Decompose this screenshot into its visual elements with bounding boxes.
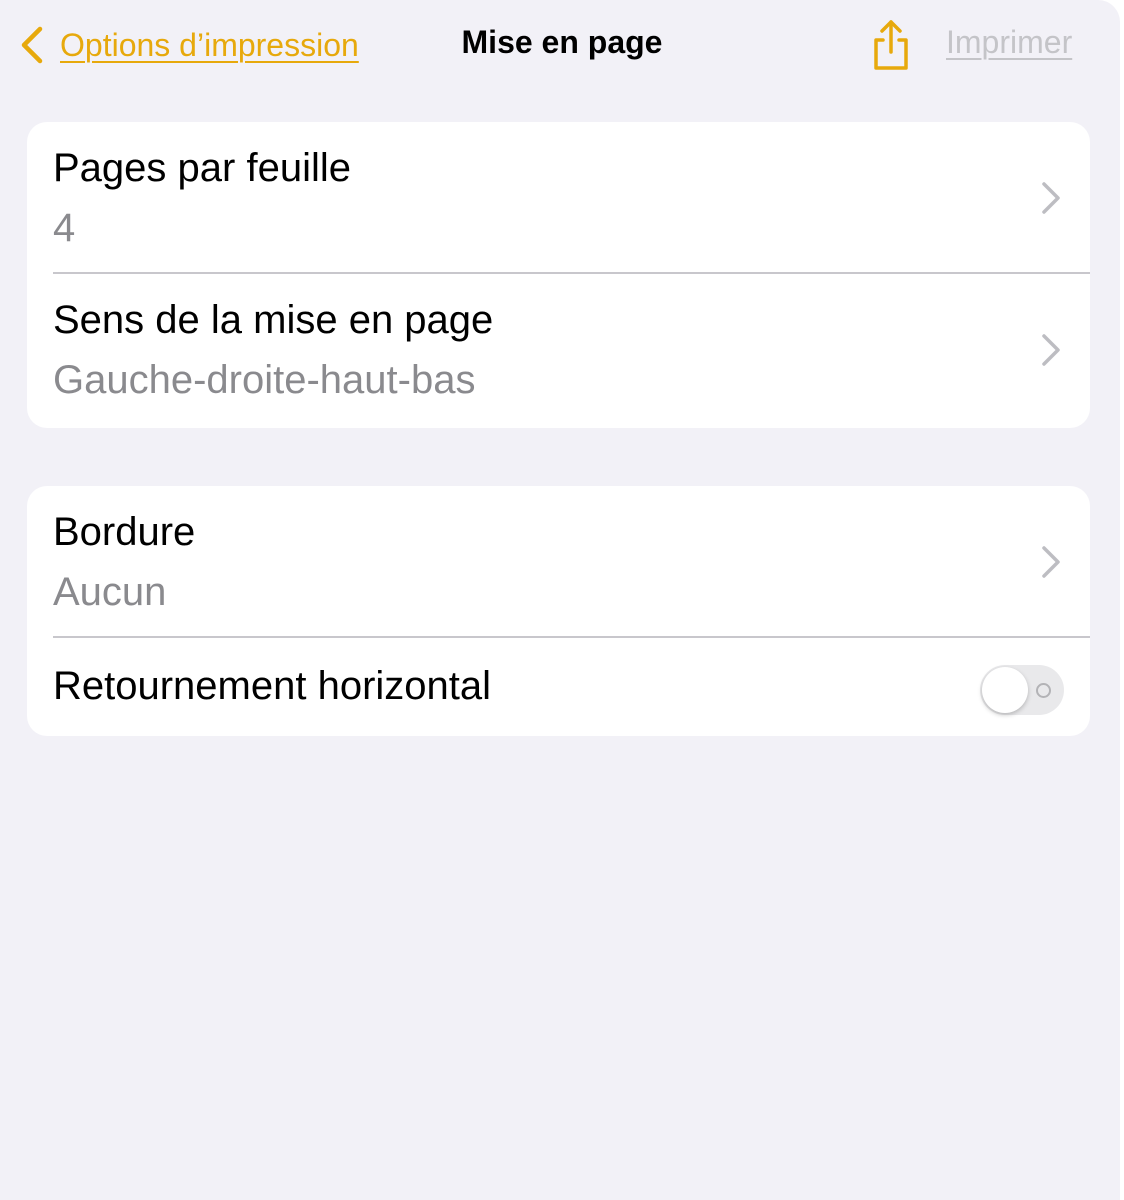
border-label: Bordure	[53, 510, 196, 554]
border-value: Aucun	[53, 570, 167, 614]
border-row[interactable]: Bordure Aucun	[27, 486, 1090, 638]
toggle-knob	[982, 667, 1028, 713]
chevron-right-icon	[1040, 180, 1062, 216]
back-button[interactable]: Options d’impression	[18, 22, 359, 68]
pages-per-sheet-row[interactable]: Pages par feuille 4	[27, 122, 1090, 274]
chevron-left-icon	[18, 22, 48, 68]
back-button-label: Options d’impression	[60, 26, 359, 63]
pages-per-sheet-label: Pages par feuille	[53, 146, 351, 190]
chevron-right-icon	[1040, 332, 1062, 368]
layout-direction-row[interactable]: Sens de la mise en page Gauche-droite-ha…	[27, 274, 1090, 428]
horizontal-flip-label: Retournement horizontal	[53, 664, 492, 708]
layout-direction-label: Sens de la mise en page	[53, 298, 494, 342]
page-title: Mise en page	[461, 24, 663, 60]
chevron-right-icon	[1040, 544, 1062, 580]
horizontal-flip-toggle[interactable]	[980, 665, 1064, 715]
share-button[interactable]	[866, 18, 916, 72]
print-options-sheet: Options d’impression Mise en page Imprim…	[0, 0, 1120, 1200]
toggle-off-indicator-icon	[1036, 683, 1051, 698]
layout-settings-group: Pages par feuille 4 Sens de la mise en p…	[27, 122, 1090, 428]
print-button[interactable]: Imprimer	[946, 24, 1072, 61]
navigation-bar: Options d’impression Mise en page Imprim…	[0, 0, 1120, 92]
border-settings-group: Bordure Aucun Retournement horizontal	[27, 486, 1090, 736]
horizontal-flip-row: Retournement horizontal	[27, 638, 1090, 736]
pages-per-sheet-value: 4	[53, 206, 76, 250]
share-icon	[866, 20, 916, 76]
layout-direction-value: Gauche-droite-haut-bas	[53, 358, 476, 402]
